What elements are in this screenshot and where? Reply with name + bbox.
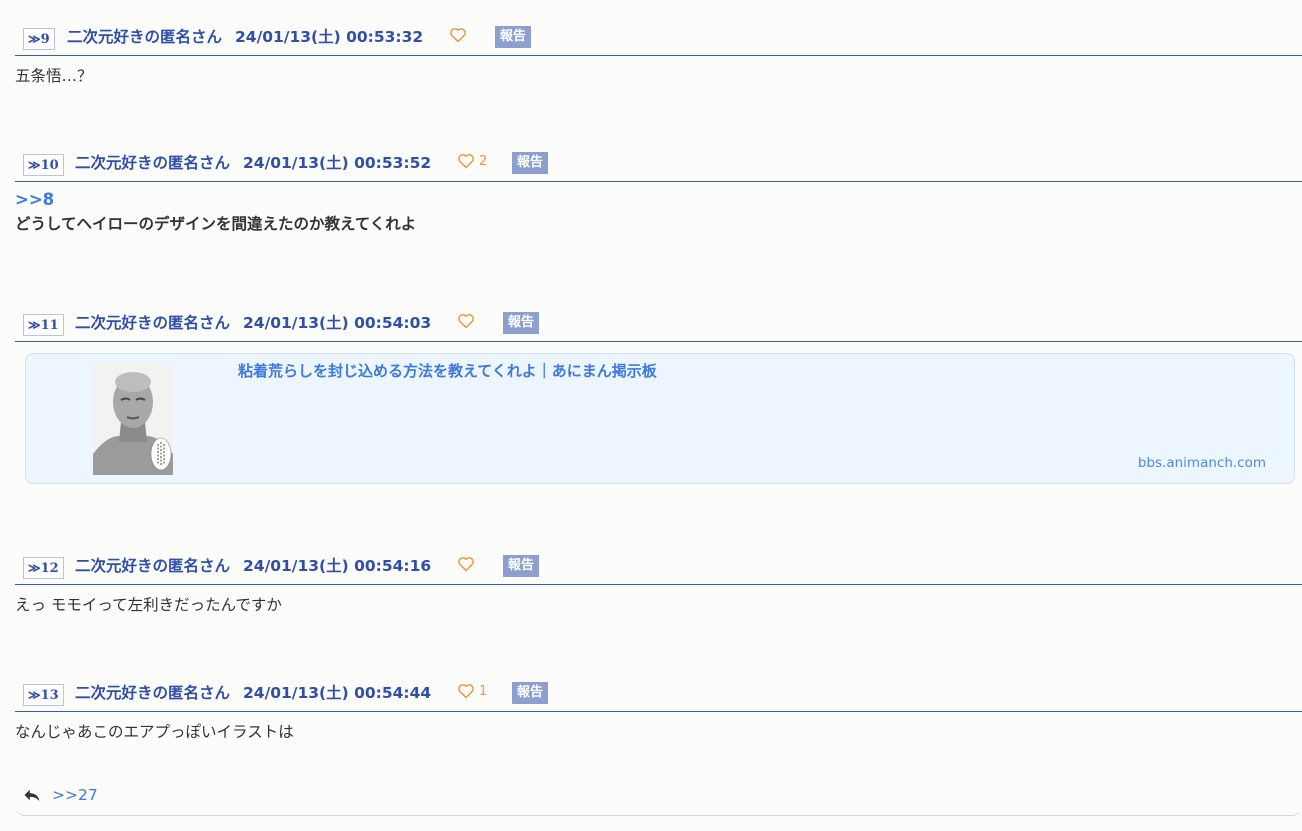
link-preview-title[interactable]: 粘着荒らしを封じ込める方法を教えてくれよ｜あにまん掲示板 — [238, 362, 657, 380]
post-number-button[interactable]: ≫ 9 — [23, 28, 55, 50]
post-number-button[interactable]: ≫ 11 — [23, 314, 64, 336]
report-button[interactable]: 報告 — [512, 682, 549, 704]
author-name: 二次元好きの匿名さん — [75, 313, 231, 332]
like-count: 1 — [479, 684, 488, 699]
link-preview-thumbnail — [93, 362, 173, 475]
post-number-button[interactable]: ≫ 13 — [23, 684, 64, 706]
author-name: 二次元好きの匿名さん — [75, 683, 231, 702]
report-button[interactable]: 報告 — [503, 555, 540, 577]
post-date: 24/01/13(土) 00:53:52 — [243, 153, 432, 172]
link-preview-domain: bbs.animanch.com — [1137, 455, 1266, 471]
report-button[interactable]: 報告 — [512, 152, 549, 174]
post-number-button[interactable]: ≫ 10 — [23, 154, 64, 176]
post-number-button[interactable]: ≫ 12 — [23, 557, 64, 579]
author-name: 二次元好きの匿名さん — [75, 153, 231, 172]
reply-bar: >>27 — [15, 780, 1302, 816]
heart-icon[interactable] — [457, 683, 475, 699]
post-date: 24/01/13(土) 00:54:03 — [243, 313, 432, 332]
post-header: ≫ 11 二次元好きの匿名さん 24/01/13(土) 00:54:03 報告 — [15, 301, 1302, 342]
portrait-image — [93, 362, 173, 475]
post-header: ≫ 10 二次元好きの匿名さん 24/01/13(土) 00:53:52 2 報告 — [15, 146, 1302, 182]
author-name: 二次元好きの匿名さん — [67, 27, 223, 46]
post: ≫ 9 二次元好きの匿名さん 24/01/13(土) 00:53:32 報告 五条… — [15, 20, 1302, 88]
post: ≫ 10 二次元好きの匿名さん 24/01/13(土) 00:53:52 2 報告… — [15, 146, 1302, 235]
heart-icon[interactable] — [457, 153, 475, 169]
post-body: なんじゃあこのエアプっぽいイラストは — [15, 723, 294, 741]
post-body: えっ モモイって左利きだったんですか — [15, 596, 282, 614]
report-button[interactable]: 報告 — [503, 312, 540, 334]
heart-icon[interactable] — [457, 313, 475, 329]
author-name: 二次元好きの匿名さん — [75, 556, 231, 575]
post-header: ≫ 12 二次元好きの匿名さん 24/01/13(土) 00:54:16 報告 — [15, 549, 1302, 585]
post-date: 24/01/13(土) 00:54:44 — [243, 683, 432, 702]
post-header: ≫ 13 二次元好きの匿名さん 24/01/13(土) 00:54:44 1 報告 — [15, 676, 1302, 712]
report-button[interactable]: 報告 — [495, 26, 532, 48]
post: ≫ 11 二次元好きの匿名さん 24/01/13(土) 00:54:03 報告 粘… — [15, 301, 1302, 484]
reply-icon[interactable] — [23, 787, 41, 803]
heart-icon[interactable] — [449, 27, 467, 43]
anchor-link[interactable]: >>8 — [15, 190, 1302, 210]
post: ≫ 12 二次元好きの匿名さん 24/01/13(土) 00:54:16 報告 え… — [15, 549, 1302, 617]
post-header: ≫ 9 二次元好きの匿名さん 24/01/13(土) 00:53:32 報告 — [15, 20, 1302, 56]
like-count: 2 — [479, 154, 488, 169]
link-preview-card[interactable]: 粘着荒らしを封じ込める方法を教えてくれよ｜あにまん掲示板 bbs.animanc… — [25, 353, 1295, 484]
post-body: 五条悟…？ — [15, 67, 93, 85]
reply-anchor-link[interactable]: >>27 — [52, 786, 98, 805]
post-date: 24/01/13(土) 00:54:16 — [243, 556, 432, 575]
post-date: 24/01/13(土) 00:53:32 — [235, 27, 424, 46]
post-body: どうしてヘイローのデザインを間違えたのか教えてくれよ — [15, 214, 417, 233]
heart-icon[interactable] — [457, 556, 475, 572]
post: ≫ 13 二次元好きの匿名さん 24/01/13(土) 00:54:44 1 報告… — [15, 676, 1302, 744]
